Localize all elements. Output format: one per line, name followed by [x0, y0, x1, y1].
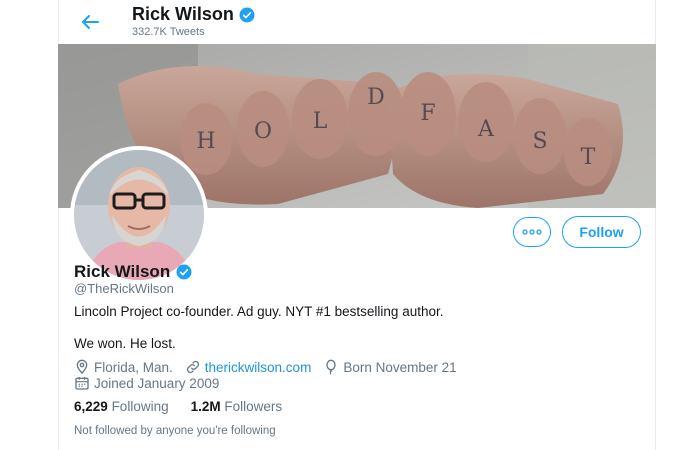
- location-pin-icon: [76, 359, 88, 374]
- followers-label: Followers: [224, 399, 283, 414]
- follow-button[interactable]: Follow: [562, 216, 641, 248]
- profile-name: Rick Wilson: [74, 262, 193, 282]
- header-title: Rick Wilson: [132, 4, 256, 25]
- followed-by-note: Not followed by anyone you're following: [74, 425, 276, 437]
- birthday-text: Born November 21: [343, 359, 457, 375]
- following-label: Following: [111, 399, 169, 414]
- back-arrow-icon[interactable]: [78, 10, 102, 34]
- joined-item: Joined January 2009: [74, 375, 219, 391]
- profile-meta-row: Joined January 2009: [74, 375, 231, 391]
- knuckle-letter: F: [420, 101, 435, 126]
- knuckle-letter: O: [254, 119, 272, 144]
- website-item: therickwilson.com: [185, 359, 312, 375]
- bio-line-2: We won. He lost.: [74, 336, 176, 351]
- tweet-count: 332.7K Tweets: [132, 26, 205, 38]
- followers-count: 1.2M: [190, 399, 221, 414]
- more-options-button[interactable]: [513, 217, 551, 247]
- profile-handle: @TheRickWilson: [74, 281, 174, 296]
- more-options-icon: [522, 229, 542, 235]
- bio-line-1: Lincoln Project co-founder. Ad guy. NYT …: [74, 304, 444, 319]
- location-item: Florida, Man.: [74, 359, 173, 375]
- followers-stat[interactable]: 1.2M Followers: [191, 399, 283, 414]
- profile-meta-row: Florida, Man. therickwilson.com Born Nov…: [74, 359, 469, 375]
- balloon-icon: [326, 359, 336, 375]
- calendar-icon: [75, 377, 89, 390]
- header-name: Rick Wilson: [132, 4, 234, 24]
- birthday-item: Born November 21: [323, 359, 457, 375]
- knuckle-letter: A: [477, 117, 495, 142]
- link-icon: [186, 360, 199, 374]
- following-stat[interactable]: 6,229 Following: [74, 399, 169, 414]
- knuckle-letter: D: [367, 85, 385, 110]
- follow-stats: 6,229 Following 1.2M Followers: [74, 399, 282, 414]
- location-text: Florida, Man.: [94, 359, 173, 375]
- knuckle-letter: L: [313, 109, 328, 134]
- joined-text: Joined January 2009: [94, 375, 220, 391]
- verified-badge-icon: [239, 7, 255, 22]
- knuckle-letter: S: [532, 129, 547, 154]
- knuckle-letter: H: [196, 129, 215, 154]
- following-count: 6,229: [74, 399, 108, 414]
- profile-name-text: Rick Wilson: [74, 262, 171, 281]
- verified-badge-icon: [176, 264, 192, 280]
- knuckle-letter: T: [581, 145, 596, 170]
- website-link[interactable]: therickwilson.com: [205, 360, 312, 375]
